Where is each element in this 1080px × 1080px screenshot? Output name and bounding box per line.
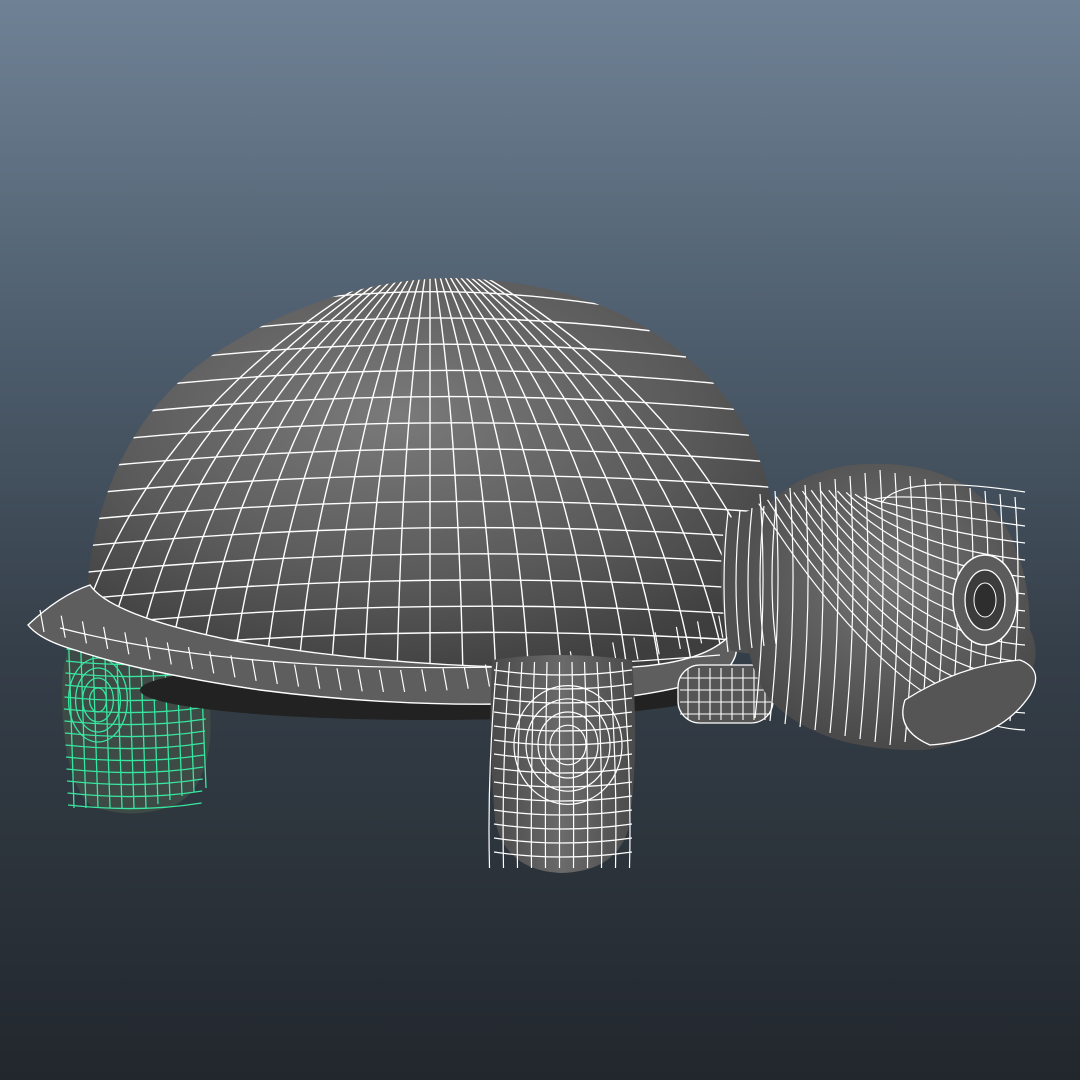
- viewport-scene[interactable]: [0, 0, 1080, 1080]
- front-leg-near[interactable]: [488, 655, 636, 873]
- 3d-viewport[interactable]: [0, 0, 1080, 1080]
- turtle-shell[interactable]: [27, 268, 829, 705]
- eye: [952, 554, 1018, 646]
